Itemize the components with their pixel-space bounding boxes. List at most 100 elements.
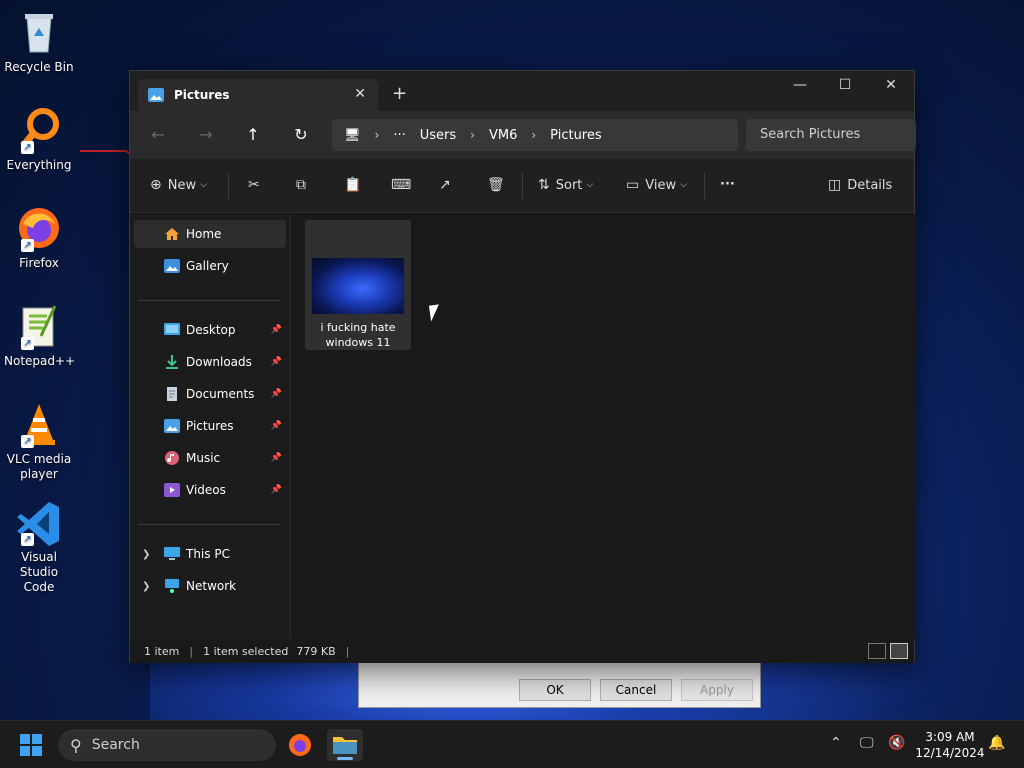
video-icon bbox=[164, 483, 180, 497]
sidebar-item-gallery[interactable]: Gallery bbox=[134, 252, 286, 280]
speaker-muted-icon[interactable]: 🔇 bbox=[888, 735, 905, 751]
chevron-down-icon: ⌵ bbox=[200, 180, 207, 190]
sort-button[interactable]: ⇅ Sort ⌵ bbox=[538, 177, 593, 193]
sort-arrows-icon: ⇅ bbox=[538, 177, 550, 193]
show-hidden-icons-chevron-icon[interactable]: ⌃ bbox=[830, 735, 842, 751]
new-tab-icon[interactable]: + bbox=[392, 83, 407, 104]
copy-icon: ⧉ bbox=[296, 177, 306, 193]
home-icon bbox=[165, 228, 179, 240]
sidebar-item-pictures[interactable]: Pictures 📌 bbox=[134, 412, 286, 440]
copy-button[interactable]: ⧉ bbox=[296, 177, 312, 193]
desktop-icon-everything[interactable]: ↗ Everything bbox=[4, 106, 74, 173]
sidebar-item-music[interactable]: Music 📌 bbox=[134, 444, 286, 472]
minimize-icon[interactable]: — bbox=[788, 77, 812, 93]
cancel-button[interactable]: Cancel bbox=[600, 679, 672, 701]
vlc-cone-icon: ↗ bbox=[15, 400, 63, 448]
chevron-right-icon[interactable]: ❯ bbox=[142, 549, 150, 560]
taskbar-firefox[interactable] bbox=[282, 729, 318, 761]
file-name: i fucking hate windows 11 bbox=[320, 321, 396, 349]
pin-icon[interactable]: 📌 bbox=[271, 325, 282, 335]
tab-close-icon[interactable]: ✕ bbox=[354, 86, 366, 102]
new-button[interactable]: ⊕ New ⌵ bbox=[150, 177, 207, 193]
chevron-right-icon: › bbox=[531, 128, 537, 142]
file-item[interactable]: i fucking hate windows 11 bbox=[305, 220, 411, 350]
chevron-down-icon: ⌵ bbox=[680, 180, 687, 190]
clock[interactable]: 3:09 AM 12/14/2024 bbox=[910, 729, 990, 761]
sidebar-item-this-pc[interactable]: ❯ This PC bbox=[134, 540, 286, 568]
details-button[interactable]: ◫ Details bbox=[828, 177, 892, 193]
apply-button[interactable]: Apply bbox=[681, 679, 753, 701]
search-input[interactable]: Search Pictures bbox=[746, 119, 916, 151]
active-indicator bbox=[337, 757, 353, 760]
file-list-area[interactable]: i fucking hate windows 11 bbox=[290, 214, 916, 639]
sidebar-item-desktop[interactable]: Desktop 📌 bbox=[134, 316, 286, 344]
sidebar-item-videos[interactable]: Videos 📌 bbox=[134, 476, 286, 504]
pin-icon[interactable]: 📌 bbox=[271, 357, 282, 367]
display-icon[interactable]: 🖵 bbox=[860, 735, 874, 751]
cut-button[interactable]: ✂ bbox=[248, 177, 266, 193]
more-options-button[interactable]: ··· bbox=[720, 177, 735, 192]
details-view-icon[interactable] bbox=[868, 643, 886, 659]
up-arrow-icon[interactable]: ↑ bbox=[241, 125, 265, 144]
taskbar: ⚲ Search ⌃ 🖵 🔇 3:09 AM 12/14/2024 🔔 bbox=[0, 720, 1024, 768]
breadcrumb[interactable]: 🖥 › ··· Users › VM6 › Pictures bbox=[332, 119, 738, 151]
command-bar: ⊕ New ⌵ ✂ ⧉ 📋 ⌨ ↗ 🗑 ⇅ Sort ⌵ ▭ View ⌵ ··… bbox=[130, 159, 914, 213]
desktop-icon-notepad-plus-plus[interactable]: ↗ Notepad++ bbox=[4, 302, 75, 369]
shortcut-arrow-icon: ↗ bbox=[21, 533, 34, 546]
desktop-icon-firefox[interactable]: ↗ Firefox bbox=[4, 204, 74, 271]
paste-button[interactable]: 📋 bbox=[344, 177, 367, 193]
selection-size: 779 KB bbox=[296, 644, 336, 658]
rename-button[interactable]: ⌨ bbox=[391, 177, 417, 193]
clock-time: 3:09 AM bbox=[925, 730, 975, 744]
desktop-icon-vlc[interactable]: ↗ VLC media player bbox=[4, 400, 74, 482]
refresh-icon[interactable]: ↻ bbox=[289, 125, 313, 144]
start-windows-icon[interactable] bbox=[20, 734, 42, 756]
chevron-right-icon: › bbox=[470, 128, 475, 142]
pin-icon[interactable]: 📌 bbox=[271, 485, 282, 495]
window-close-icon[interactable]: ✕ bbox=[879, 77, 903, 93]
notification-bell-icon[interactable]: 🔔 bbox=[988, 735, 1005, 751]
breadcrumb-users[interactable]: Users bbox=[420, 128, 456, 143]
everything-search-icon: ↗ bbox=[15, 106, 63, 154]
back-arrow-icon[interactable]: ← bbox=[146, 125, 170, 144]
breadcrumb-pictures[interactable]: Pictures bbox=[550, 128, 601, 143]
sidebar-item-network[interactable]: ❯ Network bbox=[134, 572, 286, 600]
item-count: 1 item bbox=[144, 644, 180, 658]
taskbar-search-box[interactable]: ⚲ Search bbox=[58, 729, 276, 761]
notepad-plus-plus-icon: ↗ bbox=[15, 302, 63, 350]
pin-icon[interactable]: 📌 bbox=[271, 389, 282, 399]
large-icons-view-icon[interactable] bbox=[890, 643, 908, 659]
monitor-icon[interactable]: 🖥 bbox=[344, 128, 361, 143]
pin-icon[interactable]: 📌 bbox=[271, 421, 282, 431]
share-button[interactable]: ↗ bbox=[439, 177, 457, 193]
maximize-icon[interactable]: ☐ bbox=[833, 77, 857, 93]
breadcrumb-vm6[interactable]: VM6 bbox=[489, 128, 517, 143]
desktop-icon-recycle-bin[interactable]: Recycle Bin bbox=[4, 8, 74, 75]
scissors-icon: ✂ bbox=[248, 177, 260, 193]
red-annotation-stroke bbox=[80, 150, 132, 240]
sidebar-item-home[interactable]: Home bbox=[134, 220, 286, 248]
mouse-cursor bbox=[428, 304, 442, 322]
nav-divider bbox=[138, 300, 280, 301]
sidebar-item-downloads[interactable]: Downloads 📌 bbox=[134, 348, 286, 376]
forward-arrow-icon[interactable]: → bbox=[194, 125, 218, 144]
breadcrumb-overflow[interactable]: ··· bbox=[393, 128, 405, 143]
firefox-icon bbox=[289, 734, 311, 756]
delete-button[interactable]: 🗑 bbox=[487, 177, 511, 193]
address-bar-row: ← → ↑ ↻ 🖥 › ··· Users › VM6 › Pictures S… bbox=[130, 111, 916, 159]
vscode-icon: ↗ bbox=[15, 498, 63, 546]
nav-divider bbox=[138, 524, 280, 525]
desktop-icon-vscode[interactable]: ↗ Visual Studio Code bbox=[4, 498, 74, 595]
pin-icon[interactable]: 📌 bbox=[271, 453, 282, 463]
sidebar-item-documents[interactable]: Documents 📌 bbox=[134, 380, 286, 408]
computer-icon bbox=[164, 547, 180, 560]
gallery-icon bbox=[164, 259, 180, 273]
view-button[interactable]: ▭ View ⌵ bbox=[626, 177, 687, 193]
download-arrow-icon bbox=[166, 355, 178, 369]
taskbar-file-explorer[interactable] bbox=[327, 729, 363, 761]
rename-icon: ⌨ bbox=[391, 177, 412, 193]
chevron-right-icon[interactable]: ❯ bbox=[142, 581, 150, 592]
tab-pictures[interactable]: Pictures ✕ bbox=[138, 79, 378, 111]
details-pane-icon: ◫ bbox=[828, 177, 842, 193]
ok-button[interactable]: OK bbox=[519, 679, 591, 701]
